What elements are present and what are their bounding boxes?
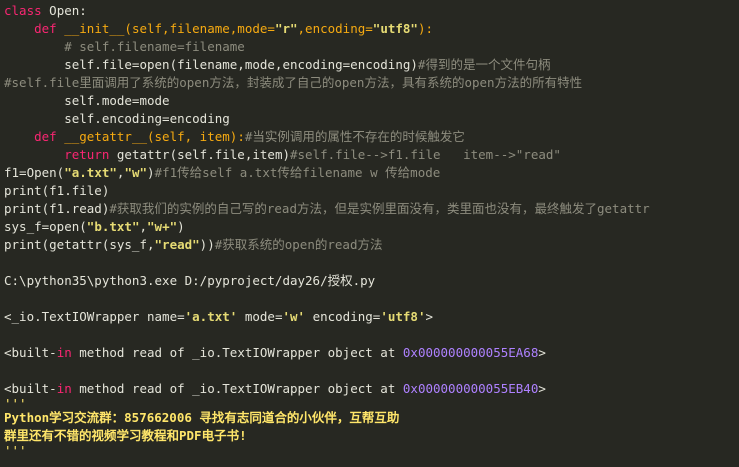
code-text: )) — [199, 237, 215, 252]
code-line-2: def __init__(self,filename,mode="r",enco… — [0, 20, 739, 38]
code-line-5: #self.file里面调用了系统的open方法，封装成了自己的open方法，具… — [4, 75, 583, 90]
output-text: <built- — [4, 381, 57, 396]
code-line-9: return getattr(self.file,item)#self.file… — [0, 146, 739, 164]
function-name: __init__( — [56, 21, 132, 36]
code-text: print(f1.read) — [4, 201, 110, 216]
comment: #得到的是一个文件句柄 — [417, 57, 551, 72]
output-text: > — [538, 381, 546, 396]
memory-address: 0x000000000055EA68 — [402, 345, 539, 360]
code-line-10: f1=Open("a.txt","w")#f1传给self a.txt传给fil… — [0, 164, 739, 182]
comment: #获取系统的open的read方法 — [214, 237, 383, 252]
params: self,filename,mode= — [131, 21, 275, 36]
output-text: method read of _io.TextIOWrapper object … — [71, 381, 403, 396]
comment: #self.file-->f1.file item-->"read" — [290, 147, 561, 162]
keyword: in — [56, 345, 72, 360]
code-line-3: # self.filename=filename — [4, 39, 245, 54]
string-literal: "a.txt" — [64, 165, 117, 180]
code-line-8: def __getattr__(self, item):#当实例调用的属性不存在… — [0, 128, 739, 146]
comment: #获取我们的实例的自己写的read方法，但是实例里面没有，类里面也没有，最终触发… — [109, 201, 650, 216]
code-text: f1=Open( — [4, 165, 65, 180]
code-line-1: class Open: — [0, 2, 739, 20]
output-text: encoding= — [305, 309, 381, 324]
punct: ): — [417, 21, 434, 36]
params: self, item — [154, 129, 230, 144]
run-command: C:\python35\python3.exe D:/pyproject/day… — [4, 273, 376, 288]
code-text: sys_f=open( — [4, 219, 87, 234]
output-text: mode= — [237, 309, 283, 324]
code-line-14: print(getattr(sys_f,"read"))#获取系统的open的r… — [0, 236, 739, 254]
code-line-6: self.mode=mode — [4, 93, 170, 108]
code-text: ) — [147, 165, 155, 180]
code-line-13: sys_f=open("b.txt","w+") — [0, 218, 739, 236]
code-text: self.file=open(filename,mode,encoding=en… — [4, 57, 418, 72]
output-text: > — [425, 309, 433, 324]
class-name: Open: — [41, 3, 87, 18]
output-line-2: <built-in method read of _io.TextIOWrapp… — [0, 344, 739, 362]
string-literal: 'w' — [282, 309, 306, 324]
string-literal: "read" — [154, 237, 200, 252]
keyword: return — [64, 147, 110, 162]
docstring-quote: ''' — [4, 396, 27, 411]
string-literal: 'a.txt' — [184, 309, 238, 324]
string-literal: "utf8" — [372, 21, 418, 36]
string-literal: "r" — [274, 21, 298, 36]
code-line-11: print(f1.file) — [4, 183, 110, 198]
string-literal: "w" — [124, 165, 148, 180]
function-name: __getattr__( — [56, 129, 155, 144]
code-editor-screen: class Open: def __init__(self,filename,m… — [0, 0, 739, 467]
keyword: def — [34, 129, 57, 144]
params: ,encoding= — [297, 21, 373, 36]
output-text: <_io.TextIOWrapper name= — [4, 309, 185, 324]
code-line-12: print(f1.read)#获取我们的实例的自己写的read方法，但是实例里面… — [0, 200, 739, 218]
output-line-1: <_io.TextIOWrapper name='a.txt' mode='w'… — [0, 308, 739, 326]
comment: #f1传给self a.txt传给filename w 传给mode — [154, 165, 441, 180]
string-literal: "w+" — [147, 219, 178, 234]
docstring-quote: ''' — [4, 443, 27, 458]
banner-line-2: 群里还有不错的视频学习教程和PDF电子书! — [4, 428, 247, 443]
code-text: ) — [177, 219, 185, 234]
keyword: def — [34, 21, 57, 36]
output-text: method read of _io.TextIOWrapper object … — [71, 345, 403, 360]
keyword: class — [4, 3, 42, 18]
code-text: getattr(self.file,item) — [109, 147, 290, 162]
punct: ): — [229, 129, 245, 144]
string-literal: 'utf8' — [380, 309, 426, 324]
output-line-3: <built-in method read of _io.TextIOWrapp… — [0, 380, 739, 398]
code-text: print(getattr(sys_f, — [4, 237, 155, 252]
keyword: in — [56, 381, 72, 396]
memory-address: 0x000000000055EB40 — [402, 381, 539, 396]
banner-line-1: Python学习交流群：857662006 寻找有志同道合的小伙伴，互帮互助 — [4, 410, 400, 425]
code-text: , — [139, 219, 148, 234]
code-line-4: self.file=open(filename,mode,encoding=en… — [0, 56, 739, 74]
code-line-7: self.encoding=encoding — [4, 111, 230, 126]
output-text: > — [538, 345, 546, 360]
string-literal: "b.txt" — [86, 219, 140, 234]
output-text: <built- — [4, 345, 57, 360]
comment: #当实例调用的属性不存在的时候触发它 — [244, 129, 465, 144]
